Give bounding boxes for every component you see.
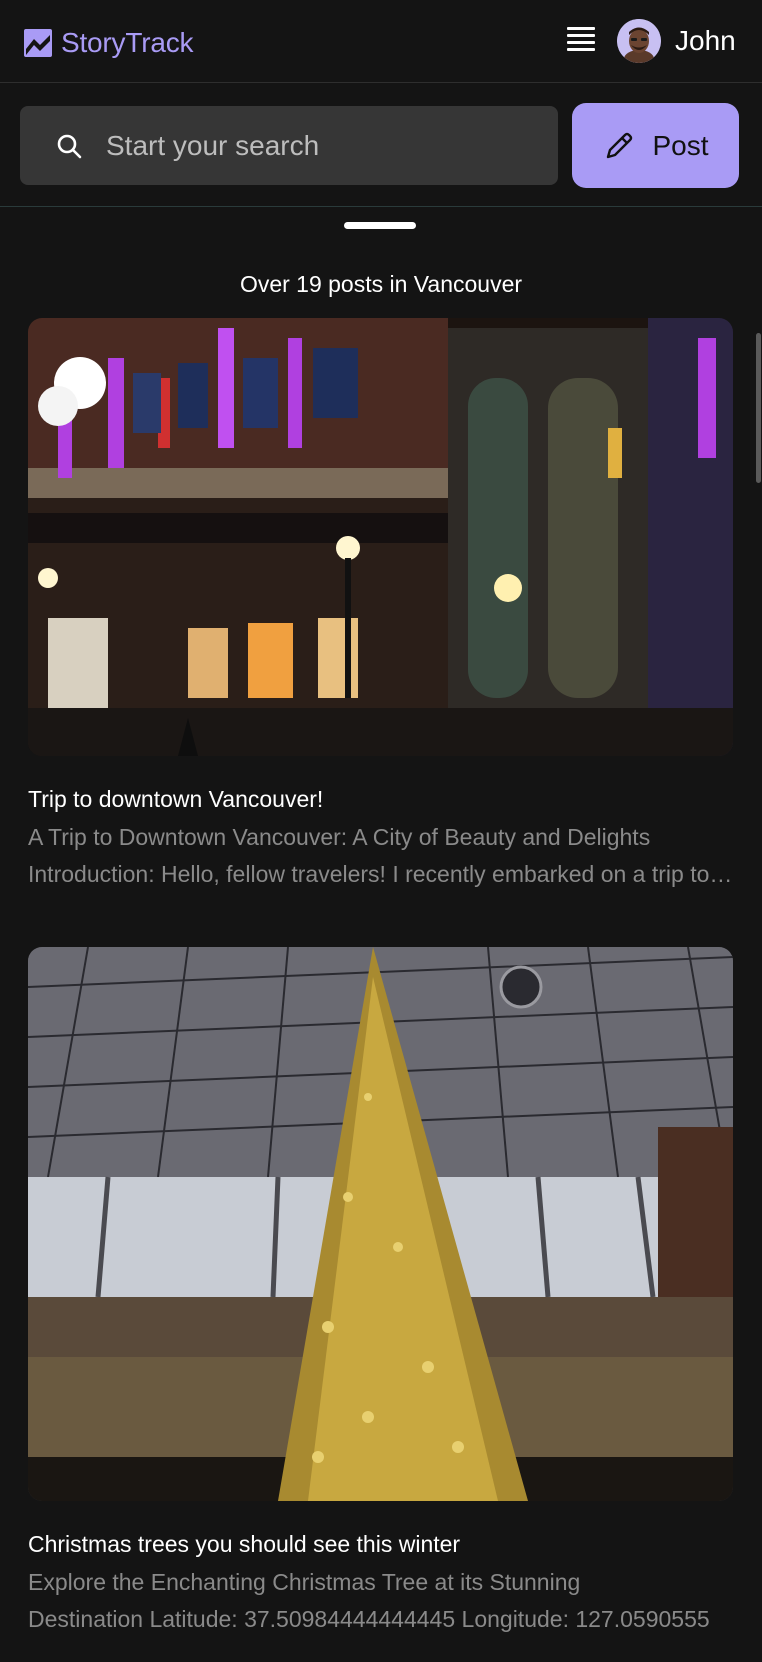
post-card[interactable]: Trip to downtown Vancouver! A Trip to Do… (28, 318, 733, 893)
post-button[interactable]: Post (572, 103, 739, 188)
gastown-steam-clock-night-photo (28, 318, 733, 756)
pencil-icon (607, 132, 633, 158)
post-title[interactable]: Christmas trees you should see this wint… (28, 1531, 733, 1558)
app-logo[interactable]: StoryTrack (24, 27, 194, 59)
post-excerpt-line: Explore the Enchanting Christmas Tree at… (28, 1569, 581, 1595)
golden-christmas-tree-atrium-photo (28, 947, 733, 1501)
user-name[interactable]: John (675, 25, 736, 57)
post-excerpt-line: Introduction: Hello, fellow travelers! I… (28, 861, 733, 887)
avatar[interactable] (617, 19, 661, 63)
scrollbar[interactable] (756, 333, 761, 483)
search-bar[interactable] (20, 106, 558, 185)
results-sheet: Over 19 posts in Vancouver Trip to downt… (0, 206, 762, 1662)
app-name: StoryTrack (61, 27, 194, 58)
post-excerpt: Explore the Enchanting Christmas Tree at… (28, 1564, 733, 1638)
post-button-label: Post (652, 129, 709, 161)
post-excerpt: A Trip to Downtown Vancouver: A City of … (28, 819, 733, 893)
user-avatar-memoji (617, 19, 661, 63)
sheet-drag-handle[interactable] (344, 222, 416, 229)
post-card[interactable]: Christmas trees you should see this wint… (28, 947, 733, 1638)
search-input[interactable] (106, 106, 536, 185)
post-title[interactable]: Trip to downtown Vancouver! (28, 786, 733, 813)
top-nav-bar: StoryTrack John (0, 0, 762, 83)
search-icon (57, 134, 82, 159)
storytrack-logo-icon (24, 29, 52, 57)
hamburger-menu-icon[interactable] (567, 27, 595, 53)
post-excerpt-line: A Trip to Downtown Vancouver: A City of … (28, 824, 651, 850)
post-excerpt-line: Destination Latitude: 37.50984444444445 … (28, 1606, 710, 1632)
results-count: Over 19 posts in Vancouver (239, 271, 523, 297)
